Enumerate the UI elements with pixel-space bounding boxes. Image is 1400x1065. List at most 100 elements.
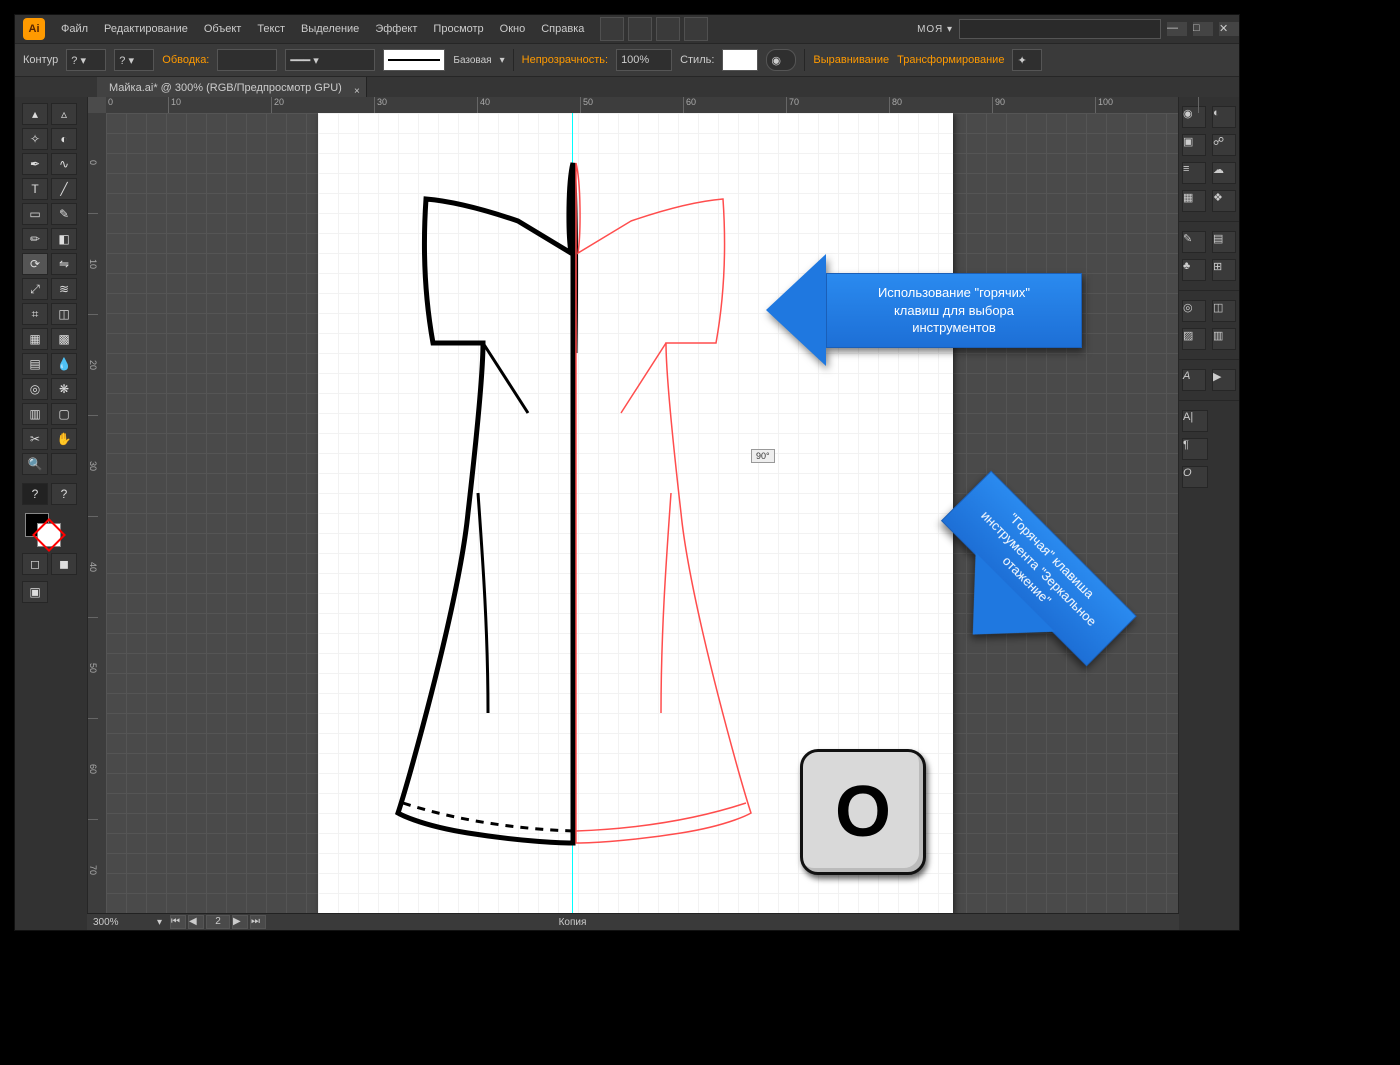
menu-select[interactable]: Выделение (301, 23, 359, 35)
fill-mode[interactable]: ? (22, 483, 48, 505)
gradient-tool[interactable]: ▤ (22, 353, 48, 375)
minimize-button[interactable]: — (1167, 22, 1187, 36)
prev-artboard-button[interactable]: ◀ (188, 915, 204, 929)
artboard-index[interactable]: 2 (206, 915, 230, 929)
stock-icon[interactable] (628, 17, 652, 41)
style-swatch[interactable] (722, 49, 758, 71)
menu-edit[interactable]: Редактирование (104, 23, 188, 35)
direct-selection-tool[interactable]: ▵ (51, 103, 77, 125)
artboard-nav[interactable]: ⏮ ◀ 2 ▶ ⏭ (170, 915, 266, 929)
brush-definition[interactable] (383, 49, 445, 71)
recolor-button[interactable]: ◉ (766, 49, 796, 71)
zoom-tool[interactable]: 🔍 (22, 453, 48, 475)
document-tab[interactable]: Майка.ai* @ 300% (RGB/Предпросмотр GPU) … (97, 77, 367, 99)
rotate-tool[interactable]: ⟳ (22, 253, 48, 275)
menu-window[interactable]: Окно (500, 23, 526, 35)
scale-tool[interactable]: ⤢ (22, 278, 48, 300)
hand-tool[interactable]: ✋ (51, 428, 77, 450)
stroke-weight[interactable] (217, 49, 277, 71)
vertical-ruler[interactable]: 0 10 20 30 40 50 60 70 (88, 113, 107, 914)
screen-mode[interactable]: ▣ (22, 581, 48, 603)
opentype-icon[interactable]: O (1182, 466, 1208, 488)
zoom-level[interactable]: 300% (87, 917, 153, 928)
glyphs-icon[interactable]: ¶ (1182, 438, 1208, 460)
draw-normal[interactable]: ◻ (22, 553, 48, 575)
column-graph-tool[interactable]: ▥ (22, 403, 48, 425)
layers-icon[interactable]: ❖ (1212, 190, 1236, 212)
symbols-icon[interactable]: ♣ (1182, 259, 1206, 281)
fill-stroke-swatch[interactable] (23, 513, 79, 547)
slice-tool[interactable]: ✂ (22, 428, 48, 450)
cc-libraries-icon[interactable]: ☁ (1212, 162, 1236, 184)
opacity-field[interactable]: 100% (616, 49, 672, 71)
pencil-tool[interactable]: ✏ (22, 228, 48, 250)
align-icon[interactable]: ▤ (1212, 231, 1236, 253)
close-button[interactable]: ✕ (1219, 22, 1239, 36)
maximize-button[interactable]: □ (1193, 22, 1213, 36)
artboard-tool[interactable]: ▢ (51, 403, 77, 425)
stroke-label[interactable]: Обводка: (162, 54, 209, 66)
menu-file[interactable]: Файл (61, 23, 88, 35)
type-tool[interactable]: T (22, 178, 48, 200)
viewport[interactable]: 90° Использование "горячих" клавиш для в… (106, 113, 1178, 914)
character-icon[interactable]: A (1182, 369, 1206, 391)
search-input[interactable] (959, 19, 1161, 39)
brushes-icon[interactable]: ✎ (1182, 231, 1206, 253)
shape-builder-tool[interactable]: ◫ (51, 303, 77, 325)
menu-view[interactable]: Просмотр (433, 23, 483, 35)
symbol-sprayer-tool[interactable]: ❋ (51, 378, 77, 400)
lasso-tool[interactable]: ◐ (51, 128, 77, 150)
reflect-tool[interactable]: ⇋ (51, 253, 77, 275)
swatches-icon[interactable]: ▦ (1182, 190, 1206, 212)
eyedropper-tool[interactable]: 💧 (51, 353, 77, 375)
last-artboard-button[interactable]: ⏭ (250, 915, 266, 929)
opacity-label[interactable]: Непрозрачность: (522, 54, 608, 66)
perspective-grid-tool[interactable]: ▦ (22, 328, 48, 350)
graphic-styles-icon[interactable]: ◫ (1212, 300, 1236, 322)
bridge-icon[interactable] (600, 17, 624, 41)
appearance-icon[interactable]: ◎ (1182, 300, 1206, 322)
gradient-icon[interactable]: ▥ (1212, 328, 1236, 350)
stroke-swatch[interactable]: ? ▾ (114, 49, 154, 71)
rectangle-tool[interactable]: ▭ (22, 203, 48, 225)
pathfinder-icon[interactable]: ▣ (1182, 134, 1206, 156)
menu-object[interactable]: Объект (204, 23, 241, 35)
arrange-docs-icon[interactable] (656, 17, 680, 41)
transform-label[interactable]: Трансформирование (897, 54, 1004, 66)
mesh-tool[interactable]: ▩ (51, 328, 77, 350)
transform-icon[interactable]: ⊞ (1212, 259, 1236, 281)
variable-width-profile[interactable]: ━━━ ▾ (285, 49, 375, 71)
stroke-mode[interactable]: ? (51, 483, 77, 505)
workspace-switcher[interactable]: МОЯ ▾ (917, 24, 953, 35)
next-artboard-button[interactable]: ▶ (232, 915, 248, 929)
menu-help[interactable]: Справка (541, 23, 584, 35)
free-transform-tool[interactable]: ⌗ (22, 303, 48, 325)
align-label[interactable]: Выравнивание (813, 54, 889, 66)
line-segment-tool[interactable]: ╱ (51, 178, 77, 200)
curvature-tool[interactable]: ∿ (51, 153, 77, 175)
color-guide-icon[interactable]: ◐ (1212, 106, 1236, 128)
paragraph-icon[interactable]: A| (1182, 410, 1208, 432)
eraser-tool[interactable]: ◧ (51, 228, 77, 250)
pen-tool[interactable]: ✒ (22, 153, 48, 175)
transparency-icon[interactable]: ▨ (1182, 328, 1206, 350)
ruler-tick: 50 (581, 97, 684, 113)
actions-icon[interactable]: ▶ (1212, 369, 1236, 391)
rotation-hud: 90° (751, 449, 775, 463)
fill-swatch[interactable]: ? ▾ (66, 49, 106, 71)
stroke-swatch-box[interactable] (37, 523, 61, 547)
first-artboard-button[interactable]: ⏮ (170, 915, 186, 929)
magic-wand-tool[interactable]: ✧ (22, 128, 48, 150)
isolate-button[interactable]: ✦ (1012, 49, 1042, 71)
paintbrush-tool[interactable]: ✎ (51, 203, 77, 225)
blend-tool[interactable]: ◎ (22, 378, 48, 400)
menu-text[interactable]: Текст (257, 23, 285, 35)
horizontal-ruler[interactable]: 0 10 20 30 40 50 60 70 80 90 100 (106, 97, 1178, 114)
links-icon[interactable]: ☍ (1212, 134, 1236, 156)
stroke-panel-icon[interactable]: ≡ (1182, 162, 1206, 184)
draw-behind[interactable]: ◼ (51, 553, 77, 575)
gpu-icon[interactable] (684, 17, 708, 41)
menu-effect[interactable]: Эффект (375, 23, 417, 35)
selection-tool[interactable]: ▴ (22, 103, 48, 125)
width-tool[interactable]: ≋ (51, 278, 77, 300)
